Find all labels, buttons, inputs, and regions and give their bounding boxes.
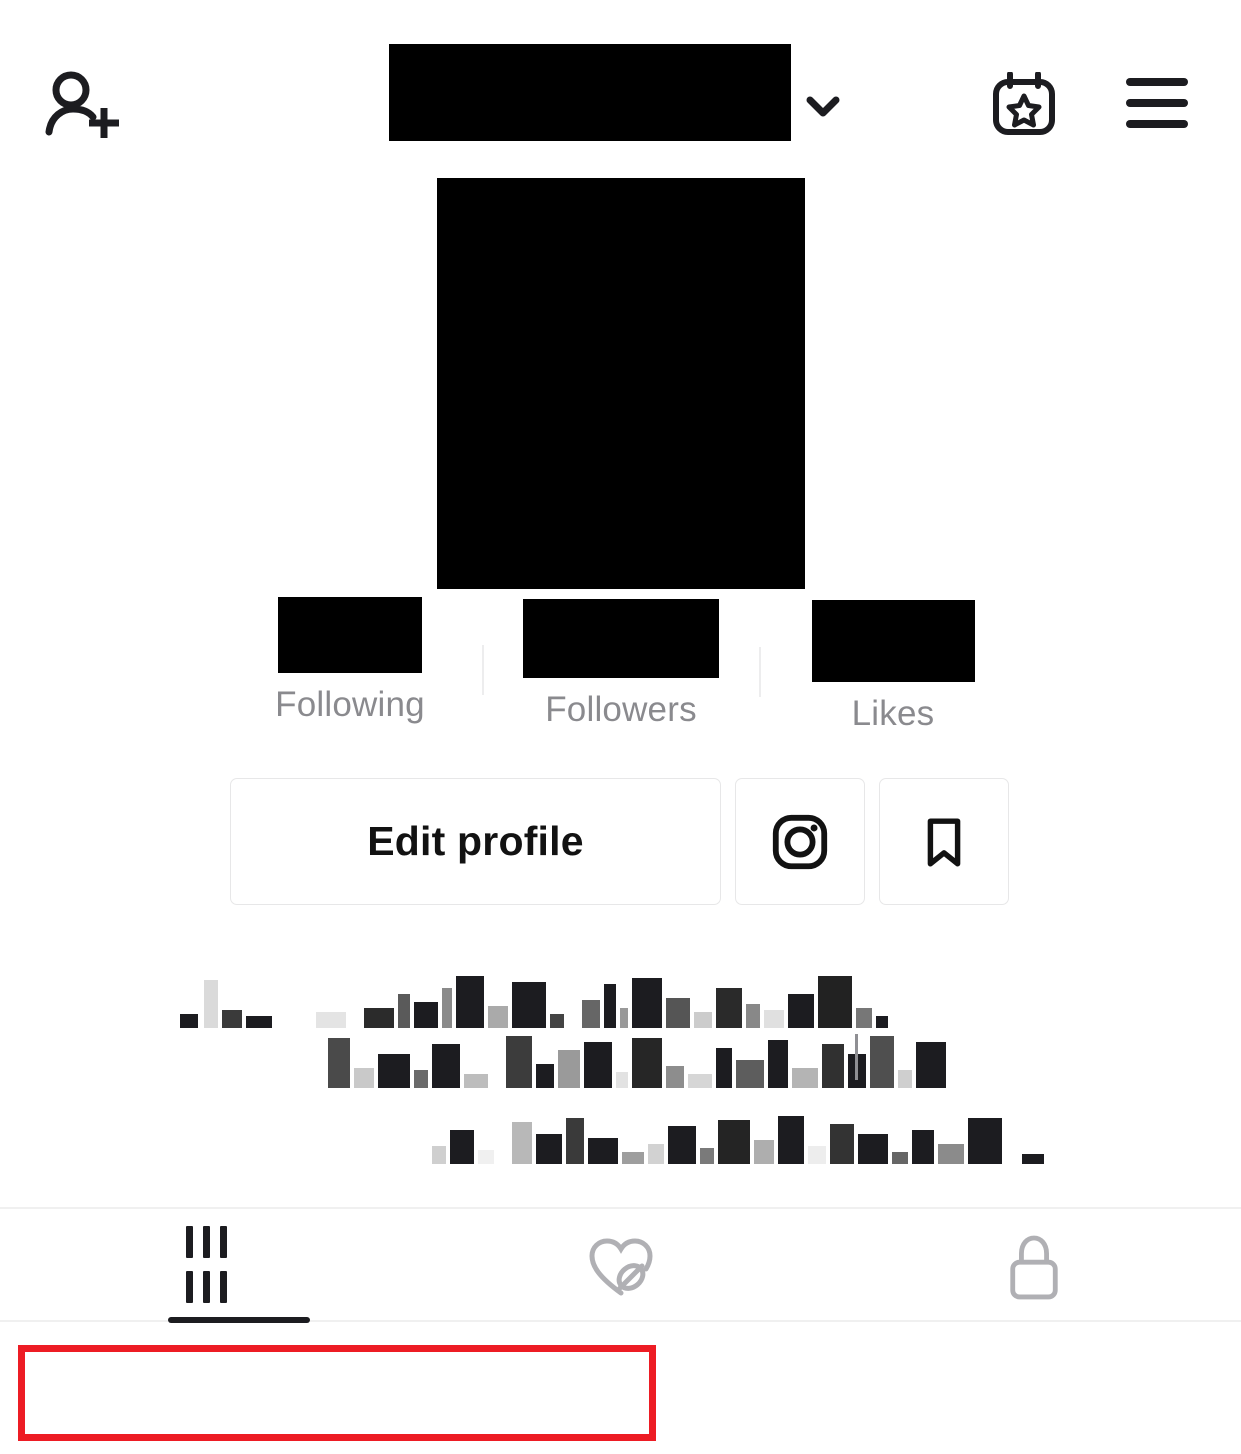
content-tabs [0, 1209, 1241, 1324]
bio-text-caret [855, 1034, 858, 1080]
username-redacted [389, 44, 791, 141]
calendar-star-icon[interactable] [992, 71, 1056, 136]
hamburger-menu-icon[interactable] [1126, 78, 1188, 128]
edit-profile-button[interactable]: Edit profile [230, 778, 721, 905]
stats-separator-1 [482, 645, 484, 695]
menu-bar-1 [1126, 78, 1188, 86]
edit-profile-label: Edit profile [367, 818, 584, 864]
tab-private[interactable] [827, 1209, 1241, 1324]
menu-bar-2 [1126, 99, 1188, 107]
active-tab-indicator [168, 1317, 310, 1323]
followers-label: Followers [545, 690, 697, 729]
chevron-down-icon[interactable] [803, 86, 843, 126]
avatar[interactable] [437, 178, 805, 589]
profile-actions: Edit profile [0, 778, 1241, 908]
bookmark-button[interactable] [879, 778, 1009, 905]
top-bar [0, 0, 1241, 165]
tab-liked[interactable] [414, 1209, 828, 1324]
playlist-banner: Sort videos into playlists › [0, 1326, 1241, 1454]
stat-followers[interactable]: Followers [520, 599, 722, 732]
following-count-redacted [278, 597, 422, 673]
profile-screen: Following Followers Likes Edit profile [0, 0, 1241, 1454]
bio-line-2 [328, 1036, 946, 1088]
instagram-button[interactable] [735, 778, 865, 905]
bio-line-1 [180, 976, 888, 1028]
bookmark-icon [927, 817, 961, 866]
likes-label: Likes [851, 694, 935, 733]
following-label: Following [275, 685, 425, 724]
stat-likes[interactable]: Likes [808, 600, 978, 736]
stats-row: Following Followers Likes [0, 590, 1241, 733]
lock-icon [1010, 1235, 1058, 1299]
stat-following[interactable]: Following [260, 597, 440, 727]
heart-hidden-icon [588, 1237, 653, 1295]
tab-videos[interactable] [0, 1209, 414, 1324]
stats-separator-2 [759, 647, 761, 697]
add-user-icon[interactable] [44, 70, 122, 142]
grid-icon [181, 1225, 232, 1308]
menu-bar-3 [1126, 120, 1188, 128]
username-selector[interactable] [389, 44, 843, 141]
instagram-icon [772, 814, 828, 869]
likes-count-redacted [811, 600, 975, 682]
followers-count-redacted [523, 599, 719, 678]
bio-section[interactable] [0, 958, 1241, 1188]
bio-line-3 [432, 1116, 1044, 1164]
